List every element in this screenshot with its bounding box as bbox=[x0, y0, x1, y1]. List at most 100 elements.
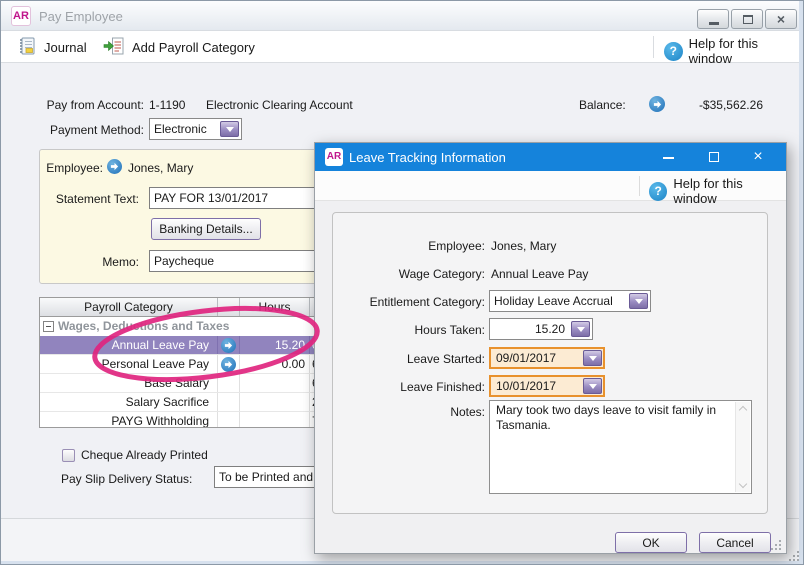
help-separator bbox=[639, 176, 640, 196]
account-number: 1-1190 bbox=[149, 98, 186, 112]
dialog-logo-icon: AR bbox=[325, 148, 343, 166]
dlg-employee-label: Employee: bbox=[428, 239, 485, 253]
hours-cell[interactable] bbox=[240, 393, 310, 411]
dialog-close-button[interactable]: × bbox=[741, 143, 775, 171]
payment-method-select[interactable]: Electronic bbox=[149, 118, 242, 140]
cheque-already-printed-label: Cheque Already Printed bbox=[81, 448, 208, 462]
cancel-button[interactable]: Cancel bbox=[699, 532, 771, 553]
leave-finished-field[interactable]: 10/01/2017 bbox=[489, 375, 605, 397]
hours-taken-value: 15.20 bbox=[534, 322, 565, 336]
employee-detail-arrow-icon[interactable] bbox=[107, 159, 122, 174]
chevron-down-icon[interactable] bbox=[629, 293, 648, 309]
payroll-category-cell[interactable]: Annual Leave Pay bbox=[40, 336, 218, 354]
statement-text-label: Statement Text: bbox=[55, 192, 139, 206]
row-detail-arrow-icon[interactable] bbox=[221, 356, 236, 372]
dlg-hours-taken-label: Hours Taken: bbox=[414, 323, 485, 337]
dialog-help-strip: ? Help for this window bbox=[315, 171, 786, 206]
dlg-wage-category-label: Wage Category: bbox=[398, 267, 485, 281]
hours-header[interactable]: Hours bbox=[240, 298, 310, 316]
row-detail-cell bbox=[218, 374, 240, 392]
dialog-title: Leave Tracking Information bbox=[349, 150, 506, 165]
help-link[interactable]: ? Help for this window bbox=[664, 36, 803, 66]
row-detail-cell bbox=[218, 393, 240, 411]
journal-label: Journal bbox=[44, 39, 87, 55]
notes-textarea[interactable]: Mary took two days leave to visit family… bbox=[489, 400, 752, 494]
cheque-already-printed-checkbox[interactable] bbox=[62, 449, 75, 462]
dialog-resize-grip-icon[interactable] bbox=[771, 540, 782, 551]
add-payroll-category-label: Add Payroll Category bbox=[132, 39, 255, 55]
notes-scrollbar[interactable] bbox=[735, 402, 750, 492]
toolbar: Journal Add Payroll Category ? Help for … bbox=[1, 31, 803, 66]
pay-slip-delivery-status-label: Pay Slip Delivery Status: bbox=[61, 472, 193, 486]
payroll-category-cell[interactable]: Personal Leave Pay bbox=[40, 355, 218, 373]
row-detail-arrow-icon[interactable] bbox=[221, 337, 236, 353]
group-label: Wages, Deductions and Taxes bbox=[58, 319, 230, 333]
ok-button[interactable]: OK bbox=[615, 532, 687, 553]
collapse-icon[interactable] bbox=[43, 321, 54, 332]
resize-grip-icon[interactable] bbox=[789, 551, 800, 562]
add-payroll-category-button[interactable]: Add Payroll Category bbox=[103, 35, 255, 59]
row-detail-cell bbox=[218, 336, 240, 354]
entitlement-category-value: Holiday Leave Accrual bbox=[494, 294, 613, 308]
hours-cell[interactable]: 0.00 bbox=[240, 355, 310, 373]
dialog-help-label: Help for this window bbox=[673, 176, 743, 206]
window-frame-right bbox=[799, 1, 803, 564]
dialog-help-link[interactable]: ? Help for this window bbox=[649, 176, 786, 206]
detail-column-header bbox=[218, 298, 240, 316]
window-frame-bottom bbox=[1, 561, 803, 564]
maximize-icon bbox=[743, 15, 753, 24]
balance-value: -$35,562.26 bbox=[698, 98, 763, 112]
calendar-chevron-icon[interactable] bbox=[583, 350, 602, 366]
hours-cell[interactable]: 15.20 bbox=[240, 336, 310, 354]
leave-started-value: 09/01/2017 bbox=[496, 351, 557, 365]
close-icon: × bbox=[776, 11, 786, 27]
hours-cell[interactable] bbox=[240, 374, 310, 392]
banking-details-button[interactable]: Banking Details... bbox=[151, 218, 261, 240]
notes-value: Mary took two days leave to visit family… bbox=[496, 403, 717, 432]
payroll-category-cell[interactable]: Base Salary bbox=[40, 374, 218, 392]
memo-label: Memo: bbox=[102, 255, 139, 269]
calendar-chevron-icon[interactable] bbox=[583, 378, 602, 394]
dialog-minimize-button[interactable] bbox=[651, 143, 685, 171]
dlg-wage-category-value: Annual Leave Pay bbox=[491, 267, 589, 281]
journal-icon bbox=[17, 36, 37, 59]
balance-detail-arrow-icon[interactable] bbox=[649, 96, 665, 112]
dlg-notes-label: Notes: bbox=[450, 405, 485, 419]
payment-method-value: Electronic bbox=[154, 122, 207, 136]
scroll-up-icon[interactable] bbox=[738, 405, 748, 415]
row-detail-cell bbox=[218, 412, 240, 427]
close-button[interactable]: × bbox=[765, 9, 797, 29]
hours-cell[interactable] bbox=[240, 412, 310, 427]
window-controls: × bbox=[697, 9, 797, 29]
close-icon: × bbox=[753, 148, 763, 165]
scroll-down-icon[interactable] bbox=[738, 479, 748, 489]
leave-started-field[interactable]: 09/01/2017 bbox=[489, 347, 605, 369]
help-icon: ? bbox=[664, 41, 683, 61]
hours-taken-field[interactable]: 15.20 bbox=[489, 318, 593, 340]
payroll-category-cell[interactable]: Salary Sacrifice bbox=[40, 393, 218, 411]
pay-employee-window: AR Pay Employee × Journal Add Payroll Ca… bbox=[0, 0, 804, 565]
entitlement-category-select[interactable]: Holiday Leave Accrual bbox=[489, 290, 651, 312]
add-payroll-category-icon bbox=[103, 36, 125, 59]
dlg-leave-started-label: Leave Started: bbox=[406, 352, 485, 366]
leave-finished-value: 10/01/2017 bbox=[496, 379, 557, 393]
row-detail-cell bbox=[218, 355, 240, 373]
payroll-category-cell[interactable]: PAYG Withholding bbox=[40, 412, 218, 427]
payroll-category-header[interactable]: Payroll Category bbox=[40, 298, 218, 316]
employee-value: Jones, Mary bbox=[128, 161, 194, 175]
account-name: Electronic Clearing Account bbox=[206, 98, 353, 112]
minimize-button[interactable] bbox=[697, 9, 729, 29]
app-logo-icon: AR bbox=[11, 6, 31, 26]
chevron-down-icon[interactable] bbox=[220, 121, 239, 137]
journal-button[interactable]: Journal bbox=[17, 35, 87, 59]
chevron-down-icon[interactable] bbox=[571, 321, 590, 337]
balance-label: Balance: bbox=[579, 98, 626, 112]
employee-label: Employee: bbox=[46, 161, 103, 175]
help-icon: ? bbox=[649, 181, 668, 201]
leave-tracking-dialog: AR Leave Tracking Information × ? Help f… bbox=[314, 142, 787, 554]
maximize-button[interactable] bbox=[731, 9, 763, 29]
toolbar-separator bbox=[653, 36, 654, 58]
dialog-maximize-button[interactable] bbox=[697, 143, 731, 171]
dlg-employee-value: Jones, Mary bbox=[491, 239, 557, 253]
dialog-titlebar: AR Leave Tracking Information × bbox=[315, 143, 786, 171]
